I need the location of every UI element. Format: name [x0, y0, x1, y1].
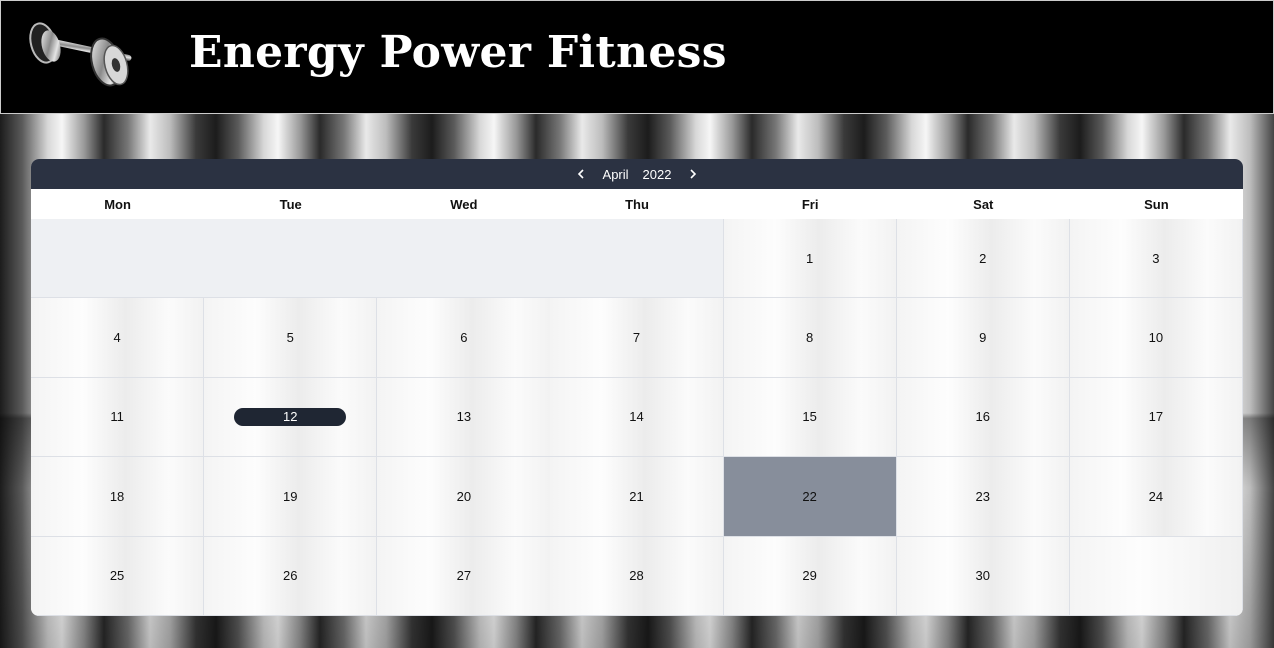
day-number: 29 [802, 568, 817, 584]
weekday-header: Mon Tue Wed Thu Fri Sat Sun [31, 189, 1243, 219]
calendar-nav: April 2022 [31, 159, 1243, 189]
day-number: 3 [1152, 250, 1160, 266]
day-cell-4[interactable]: 4 [31, 298, 205, 378]
chevron-left-icon[interactable] [573, 166, 589, 182]
day-cell-11[interactable]: 11 [31, 377, 205, 458]
day-number: 14 [629, 409, 644, 425]
day-number: 11 [110, 409, 124, 425]
day-cell-10[interactable]: 10 [1069, 298, 1243, 378]
day-number: 23 [975, 488, 990, 504]
dumbbell-icon[interactable] [21, 19, 141, 91]
day-cell-24[interactable]: 24 [1069, 457, 1243, 537]
year-label[interactable]: 2022 [643, 167, 672, 182]
day-cell-26[interactable]: 26 [204, 536, 378, 616]
day-cell-18[interactable]: 18 [31, 457, 205, 537]
day-number: 19 [282, 488, 298, 504]
day-number: 30 [975, 568, 990, 584]
day-cell-12-today[interactable]: 12 [204, 377, 378, 458]
day-number: 4 [113, 330, 121, 346]
day-number: 1 [806, 250, 814, 266]
day-cell-1[interactable]: 1 [723, 219, 897, 299]
day-cell-15[interactable]: 15 [723, 377, 897, 458]
day-cell-8[interactable]: 8 [723, 298, 897, 378]
day-number: 20 [456, 488, 472, 504]
empty-leading-cells [31, 219, 724, 299]
day-number: 6 [460, 330, 468, 346]
weekday-tue: Tue [279, 196, 302, 212]
day-cell-13[interactable]: 13 [377, 377, 551, 458]
day-cell-2[interactable]: 2 [896, 219, 1070, 299]
day-number: 22 [802, 488, 817, 504]
day-cell-3[interactable]: 3 [1069, 219, 1243, 299]
weekday-thu: Thu [625, 196, 649, 212]
day-cell-20[interactable]: 20 [377, 457, 551, 537]
day-number: 2 [979, 250, 987, 266]
day-number: 28 [629, 568, 644, 584]
day-number: 15 [802, 409, 817, 425]
day-number: 9 [979, 330, 987, 346]
day-cell-17[interactable]: 17 [1069, 377, 1243, 458]
day-cell-21[interactable]: 21 [550, 457, 724, 537]
day-cell-16[interactable]: 16 [896, 377, 1070, 458]
day-cell-27[interactable]: 27 [377, 536, 551, 616]
weekday-fri: Fri [801, 196, 819, 212]
day-cell-25[interactable]: 25 [31, 536, 205, 616]
day-number: 25 [109, 568, 125, 584]
day-cell-7[interactable]: 7 [550, 298, 724, 378]
day-cell-29[interactable]: 29 [723, 536, 897, 616]
day-cell-5[interactable]: 5 [204, 298, 378, 378]
site-header: Energy Power Fitness [0, 0, 1274, 114]
weekday-mon: Mon [104, 196, 131, 212]
day-cell-9[interactable]: 9 [896, 298, 1070, 378]
day-number: 7 [632, 330, 641, 346]
day-number: 13 [456, 409, 472, 425]
day-number: 10 [1148, 330, 1164, 346]
day-number: 27 [456, 568, 472, 584]
day-number: 17 [1148, 409, 1164, 425]
calendar-grid: 1 2 3 4 5 6 7 8 9 10 11 12 13 14 15 16 1… [31, 219, 1243, 616]
month-label[interactable]: April [603, 167, 629, 182]
day-cell-19[interactable]: 19 [204, 457, 378, 537]
empty-trailing-cell [1069, 536, 1243, 616]
weekday-sat: Sat [973, 196, 994, 212]
day-number: 18 [109, 488, 125, 504]
today-indicator: 12 [234, 407, 347, 426]
day-number: 24 [1148, 488, 1164, 504]
day-number: 26 [282, 568, 298, 584]
day-cell-28[interactable]: 28 [550, 536, 724, 616]
day-cell-23[interactable]: 23 [896, 457, 1070, 537]
day-cell-6[interactable]: 6 [377, 298, 551, 378]
day-number: 5 [286, 330, 294, 346]
day-cell-22-selected[interactable]: 22 [723, 457, 897, 537]
weekday-sun: Sun [1144, 196, 1169, 212]
calendar: April 2022 Mon Tue Wed Thu Fri Sat Sun 1… [31, 159, 1243, 616]
day-cell-30[interactable]: 30 [896, 536, 1070, 616]
day-number: 21 [629, 488, 644, 504]
day-number: 16 [975, 409, 990, 425]
weekday-wed: Wed [450, 196, 478, 212]
site-title: Energy Power Fitness [189, 27, 727, 78]
chevron-right-icon[interactable] [685, 166, 701, 182]
day-number: 8 [806, 330, 814, 346]
day-cell-14[interactable]: 14 [550, 377, 724, 458]
